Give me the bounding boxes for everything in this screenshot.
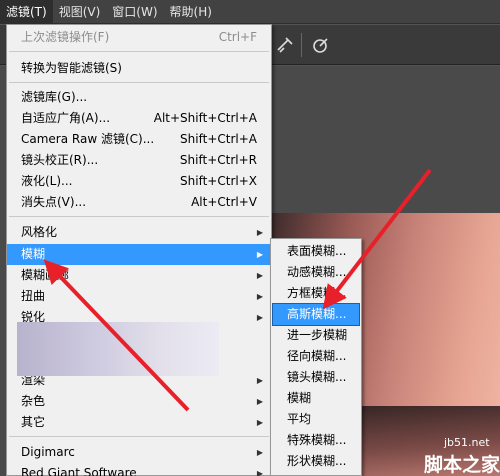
menu-item-lens-correction[interactable]: 镜头校正(R)... Shift+Ctrl+R <box>7 150 271 171</box>
menu-separator <box>9 216 269 217</box>
menu-item-red-giant[interactable]: Red Giant Software ▶ <box>7 463 271 476</box>
submenu-item-lens-blur[interactable]: 镜头模糊... <box>273 367 359 388</box>
chevron-right-icon: ▶ <box>256 469 263 476</box>
menu-view[interactable]: 视图(V) <box>53 0 107 24</box>
filter-menu: 上次滤镜操作(F) Ctrl+F 转换为智能滤镜(S) 滤镜库(G)... 自适应… <box>6 24 272 476</box>
chevron-right-icon: ▶ <box>256 418 263 427</box>
chevron-right-icon: ▶ <box>256 271 263 280</box>
chevron-right-icon: ▶ <box>256 376 263 385</box>
menu-item-convert-smart-filter[interactable]: 转换为智能滤镜(S) <box>7 58 271 79</box>
menu-separator <box>9 436 269 437</box>
menu-item-stylize[interactable]: 风格化 ▶ <box>7 222 271 243</box>
menu-item-blur-gallery[interactable]: 模糊画廊 ▶ <box>7 265 271 286</box>
blur-overlay <box>17 322 219 376</box>
submenu-item-average[interactable]: 平均 <box>273 409 359 430</box>
submenu-item-motion-blur[interactable]: 动感模糊... <box>273 262 359 283</box>
submenu-item-blur-more[interactable]: 进一步模糊 <box>273 325 359 346</box>
menu-window[interactable]: 窗口(W) <box>106 0 163 24</box>
submenu-item-box-blur[interactable]: 方框模糊... <box>273 283 359 304</box>
chevron-right-icon: ▶ <box>256 292 263 301</box>
menu-item-vanishing-point[interactable]: 消失点(V)... Alt+Ctrl+V <box>7 192 271 213</box>
chevron-right-icon: ▶ <box>256 228 263 237</box>
submenu-item-radial-blur[interactable]: 径向模糊... <box>273 346 359 367</box>
menu-item-liquify[interactable]: 液化(L)... Shift+Ctrl+X <box>7 171 271 192</box>
watermark-logo-text: 脚本之家 <box>424 454 500 476</box>
menu-separator <box>9 82 269 83</box>
target-icon[interactable] <box>310 34 332 56</box>
menu-filter[interactable]: 滤镜(T) <box>0 0 53 24</box>
menu-separator <box>9 51 269 52</box>
menu-bar: 滤镜(T) 视图(V) 窗口(W) 帮助(H) <box>0 0 500 24</box>
menu-item-filter-gallery[interactable]: 滤镜库(G)... <box>7 87 271 108</box>
menu-item-digimarc[interactable]: Digimarc ▶ <box>7 442 271 463</box>
submenu-item-shape-blur[interactable]: 形状模糊... <box>273 451 359 472</box>
menu-item-other[interactable]: 其它 ▶ <box>7 412 271 433</box>
submenu-item-blur[interactable]: 模糊 <box>273 388 359 409</box>
menu-item-blur[interactable]: 模糊 ▶ <box>7 244 271 265</box>
menu-item-camera-raw[interactable]: Camera Raw 滤镜(C)... Shift+Ctrl+A <box>7 129 271 150</box>
menu-help[interactable]: 帮助(H) <box>164 0 218 24</box>
watermark-url: jb51.net <box>444 436 490 449</box>
submenu-item-surface-blur[interactable]: 表面模糊... <box>273 241 359 262</box>
chevron-right-icon: ▶ <box>256 448 263 457</box>
menu-item-noise[interactable]: 杂色 ▶ <box>7 391 271 412</box>
toolbar-divider <box>301 33 302 57</box>
menu-item-last-filter: 上次滤镜操作(F) Ctrl+F <box>21 30 257 44</box>
menu-item-distort[interactable]: 扭曲 ▶ <box>7 286 271 307</box>
chevron-right-icon: ▶ <box>256 397 263 406</box>
chevron-right-icon: ▶ <box>256 250 263 259</box>
menu-item-adaptive-wide-angle[interactable]: 自适应广角(A)... Alt+Shift+Ctrl+A <box>7 108 271 129</box>
chevron-right-icon: ▶ <box>256 313 263 322</box>
submenu-item-smart-blur[interactable]: 特殊模糊... <box>273 430 359 451</box>
blur-submenu: 表面模糊... 动感模糊... 方框模糊... 高斯模糊... 进一步模糊 径向… <box>270 238 362 476</box>
submenu-item-gaussian-blur[interactable]: 高斯模糊... <box>272 303 360 326</box>
airbrush-icon[interactable] <box>274 34 296 56</box>
